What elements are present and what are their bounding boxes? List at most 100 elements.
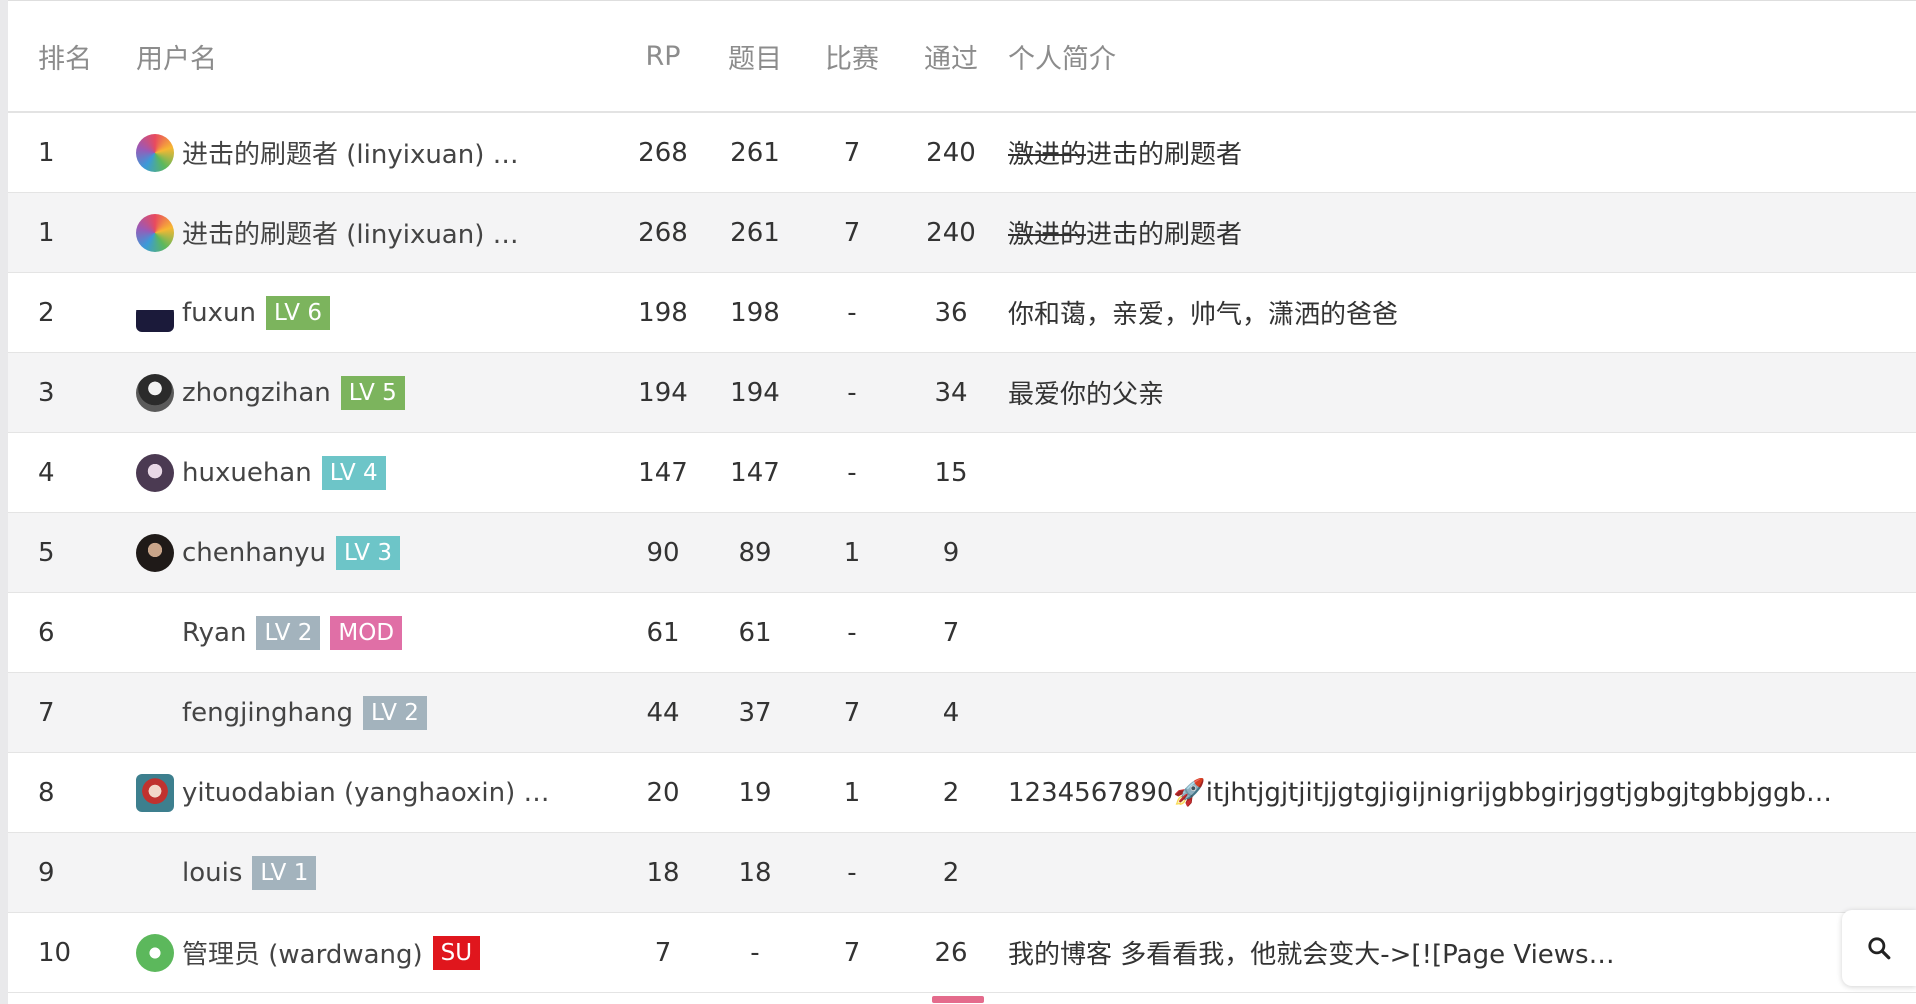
colorful-flower-avatar[interactable]: [136, 213, 174, 252]
bio-cell: 激进的进击的刷题者: [998, 112, 1916, 193]
rp-cell: 268: [616, 112, 710, 193]
accepted-cell: 34: [904, 352, 998, 433]
accepted-cell: 7: [904, 592, 998, 673]
user-badge: LV 3: [336, 535, 400, 570]
rank-cell: 2: [8, 272, 136, 353]
contests-cell: -: [800, 592, 904, 673]
user-badge: LV 5: [340, 375, 405, 410]
accepted-cell: 36: [904, 272, 998, 353]
contests-cell: -: [800, 272, 904, 353]
user-badge: LV 6: [265, 295, 330, 330]
accepted-cell: 240: [904, 112, 998, 193]
username-link[interactable]: fuxun: [182, 298, 256, 328]
rank-cell: 9: [8, 832, 136, 913]
username-link[interactable]: 管理员 (wardwang): [182, 934, 423, 971]
user-cell: yituodabian (yanghaoxin) …: [136, 752, 616, 833]
problems-cell: 194: [710, 352, 800, 433]
rp-cell: 44: [616, 672, 710, 753]
contests-cell: 1: [800, 512, 904, 593]
table-row: 9 louis LV 1 18 18 - 2: [8, 832, 1916, 913]
rp-cell: 18: [616, 832, 710, 913]
bio-cell: 最爱你的父亲: [998, 352, 1916, 433]
table-row: 6 Ryan LV 2 MOD 61 61 - 7: [8, 592, 1916, 673]
rp-cell: 147: [616, 432, 710, 513]
rank-cell: 10: [8, 912, 136, 993]
user-badge: LV 2: [362, 695, 427, 730]
problems-cell: 89: [710, 512, 800, 593]
bio-strikethrough-text: 激进的: [1008, 220, 1087, 250]
rp-cell: 61: [616, 592, 710, 673]
username-link[interactable]: yituodabian (yanghaoxin) …: [182, 778, 550, 808]
header-user[interactable]: 用户名: [136, 1, 616, 113]
header-rank[interactable]: 排名: [8, 1, 136, 113]
accepted-cell: 26: [904, 912, 998, 993]
green-mascot-avatar[interactable]: [136, 933, 174, 972]
bio-cell: 我的博客 多看看我，他就会变大->[![Page Views…: [998, 912, 1916, 993]
search-icon: [1868, 937, 1891, 960]
user-badge: SU: [432, 935, 481, 970]
table-row: 2 fuxun LV 6 198 198 - 36 你和蔼，亲爱，帅气，潇洒的爸…: [8, 272, 1916, 353]
problems-cell: -: [710, 912, 800, 993]
rank-cell: 7: [8, 672, 136, 753]
problems-cell: 261: [710, 192, 800, 273]
rank-cell: 5: [8, 512, 136, 593]
contests-cell: 7: [800, 672, 904, 753]
username-link[interactable]: louis: [182, 858, 242, 888]
search-button[interactable]: [1842, 910, 1916, 986]
header-rp[interactable]: RP: [616, 1, 710, 113]
bio-strikethrough-text: 激进的: [1008, 140, 1087, 170]
contests-cell: 1: [800, 752, 904, 833]
rp-cell: 268: [616, 192, 710, 273]
header-contests[interactable]: 比赛: [800, 1, 904, 113]
user-cell: fuxun LV 6: [136, 272, 616, 353]
rp-cell: 198: [616, 272, 710, 353]
problems-cell: 18: [710, 832, 800, 913]
bio-cell: 你和蔼，亲爱，帅气，潇洒的爸爸: [998, 272, 1916, 353]
person-photo-avatar[interactable]: [136, 373, 174, 412]
rank-cell: 3: [8, 352, 136, 433]
rp-cell: 7: [616, 912, 710, 993]
colorful-flower-avatar[interactable]: [136, 133, 174, 172]
bio-cell: [998, 672, 1916, 753]
table-row: 1 进击的刷题者 (linyixuan) … 268 261 7 240 激进的…: [8, 112, 1916, 193]
username-link[interactable]: chenhanyu: [182, 538, 326, 568]
username-link[interactable]: huxuehan: [182, 458, 312, 488]
problems-cell: 19: [710, 752, 800, 833]
username-link[interactable]: 进击的刷题者 (linyixuan) …: [182, 214, 519, 251]
rp-cell: 90: [616, 512, 710, 593]
portrait-avatar[interactable]: [136, 533, 174, 572]
username-link[interactable]: fengjinghang: [182, 698, 353, 728]
accepted-cell: 2: [904, 752, 998, 833]
username-link[interactable]: Ryan: [182, 618, 246, 648]
table-row: 10 管理员 (wardwang) SU 7 - 7 26 我的博客 多看看我，…: [8, 912, 1916, 993]
rank-cell: 8: [8, 752, 136, 833]
bio-text: 1234567890🚀itjhtjgjtjitjjgtgjigijnigrijg…: [1008, 777, 1833, 808]
header-problems[interactable]: 题目: [710, 1, 800, 113]
user-badge: MOD: [330, 615, 403, 650]
user-cell: huxuehan LV 4: [136, 432, 616, 513]
username-link[interactable]: 进击的刷题者 (linyixuan) …: [182, 134, 519, 171]
user-badge: LV 4: [321, 455, 386, 490]
user-cell: fengjinghang LV 2: [136, 672, 616, 753]
bio-cell: 1234567890🚀itjhtjgjtjitjjgtgjigijnigrijg…: [998, 752, 1916, 833]
contests-cell: 7: [800, 912, 904, 993]
horizontal-scrollbar-thumb[interactable]: [932, 996, 984, 1003]
bio-text: 进击的刷题者: [1086, 140, 1243, 170]
bio-cell: [998, 832, 1916, 913]
table-row: 8 yituodabian (yanghaoxin) … 20 19 1 2 1…: [8, 752, 1916, 833]
username-link[interactable]: zhongzihan: [182, 378, 331, 408]
anime-avatar[interactable]: [136, 453, 174, 492]
header-accepted[interactable]: 通过: [904, 1, 998, 113]
bio-cell: 激进的进击的刷题者: [998, 192, 1916, 273]
bio-cell: [998, 592, 1916, 673]
problems-cell: 261: [710, 112, 800, 193]
table-row: 3 zhongzihan LV 5 194 194 - 34 最爱你的父亲: [8, 352, 1916, 433]
table-row: 7 fengjinghang LV 2 44 37 7 4: [8, 672, 1916, 753]
ranklist-table: 排名 用户名 RP 题目 比赛 通过 个人简介 1 进击的刷题者 (linyix…: [8, 1, 1916, 993]
user-cell: Ryan LV 2 MOD: [136, 592, 616, 673]
table-row: 4 huxuehan LV 4 147 147 - 15: [8, 432, 1916, 513]
accepted-cell: 9: [904, 512, 998, 593]
user-cell: louis LV 1: [136, 832, 616, 913]
red-character-avatar[interactable]: [136, 773, 174, 812]
dark-dome-avatar[interactable]: [136, 293, 174, 332]
